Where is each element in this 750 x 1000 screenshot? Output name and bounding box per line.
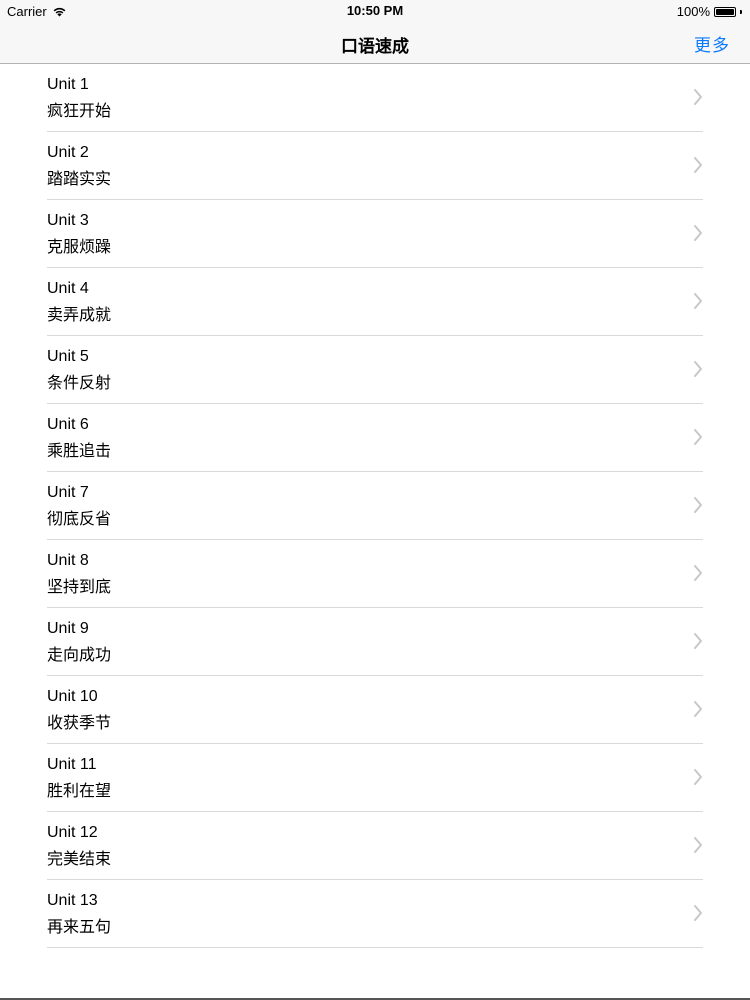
chevron-right-icon — [694, 361, 702, 377]
unit-title: Unit 2 — [47, 144, 89, 161]
list-item[interactable]: Unit 13 再来五句 — [47, 880, 703, 948]
list-item[interactable]: Unit 3 克服烦躁 — [47, 200, 703, 268]
battery-percent: 100% — [676, 4, 710, 19]
unit-list: Unit 1 疯狂开始 Unit 2 踏踏实实 Unit 3 克服烦躁 Unit 4 卖弄成就… — [0, 64, 750, 948]
more-button[interactable]: 更多 — [694, 31, 730, 56]
unit-title: Unit 1 — [47, 76, 89, 93]
battery-fill — [716, 8, 734, 15]
list-item[interactable]: Unit 4 卖弄成就 — [47, 268, 703, 336]
unit-title: Unit 8 — [47, 552, 89, 569]
unit-subtitle: 乘胜追击 — [47, 443, 112, 460]
list-item[interactable]: Unit 12 完美结束 — [47, 812, 703, 880]
unit-title: Unit 6 — [47, 416, 89, 433]
unit-title: Unit 3 — [47, 212, 89, 229]
unit-title: Unit 13 — [47, 892, 98, 909]
list-item[interactable]: Unit 5 条件反射 — [47, 336, 703, 404]
list-item[interactable]: Unit 2 踏踏实实 — [47, 132, 703, 200]
battery-icon — [714, 6, 736, 17]
navigation-bar: 口语速成 更多 — [0, 22, 750, 64]
unit-subtitle: 疯狂开始 — [47, 103, 112, 120]
chevron-right-icon — [694, 89, 702, 105]
unit-subtitle: 再来五句 — [47, 919, 112, 936]
list-item[interactable]: Unit 1 疯狂开始 — [47, 64, 703, 132]
unit-subtitle: 胜利在望 — [47, 783, 112, 800]
unit-subtitle: 走向成功 — [47, 647, 112, 664]
unit-title: Unit 11 — [47, 756, 97, 773]
unit-subtitle: 踏踏实实 — [47, 171, 112, 188]
unit-subtitle: 克服烦躁 — [47, 239, 112, 256]
status-bar: Carrier 10:50 PM 100% — [0, 0, 750, 22]
chevron-right-icon — [694, 769, 702, 785]
chevron-right-icon — [694, 565, 702, 581]
unit-title: Unit 9 — [47, 620, 89, 637]
list-item[interactable]: Unit 6 乘胜追击 — [47, 404, 703, 472]
unit-subtitle: 卖弄成就 — [47, 307, 112, 324]
chevron-right-icon — [694, 225, 702, 241]
unit-subtitle: 完美结束 — [47, 851, 112, 868]
list-item[interactable]: Unit 7 彻底反省 — [47, 472, 703, 540]
battery-cap — [740, 9, 742, 14]
status-time: 10:50 PM — [346, 3, 404, 18]
page-title: 口语速成 — [341, 37, 409, 56]
unit-subtitle: 收获季节 — [47, 715, 112, 732]
chevron-right-icon — [694, 905, 702, 921]
chevron-right-icon — [694, 633, 702, 649]
list-item[interactable]: Unit 10 收获季节 — [47, 676, 703, 744]
chevron-right-icon — [694, 293, 702, 309]
unit-title: Unit 5 — [47, 348, 89, 365]
chevron-right-icon — [694, 157, 702, 173]
chevron-right-icon — [694, 837, 702, 853]
status-right: 100% — [677, 4, 742, 19]
chevron-right-icon — [694, 497, 702, 513]
unit-subtitle: 坚持到底 — [47, 579, 112, 596]
unit-title: Unit 12 — [47, 824, 98, 841]
chevron-right-icon — [694, 701, 702, 717]
unit-title: Unit 4 — [47, 280, 89, 297]
unit-title: Unit 7 — [47, 484, 89, 501]
unit-title: Unit 10 — [47, 688, 98, 705]
unit-subtitle: 条件反射 — [47, 375, 112, 392]
list-item[interactable]: Unit 11 胜利在望 — [47, 744, 703, 812]
unit-subtitle: 彻底反省 — [47, 511, 112, 528]
list-item[interactable]: Unit 9 走向成功 — [47, 608, 703, 676]
chevron-right-icon — [694, 429, 702, 445]
list-item[interactable]: Unit 8 坚持到底 — [47, 540, 703, 608]
